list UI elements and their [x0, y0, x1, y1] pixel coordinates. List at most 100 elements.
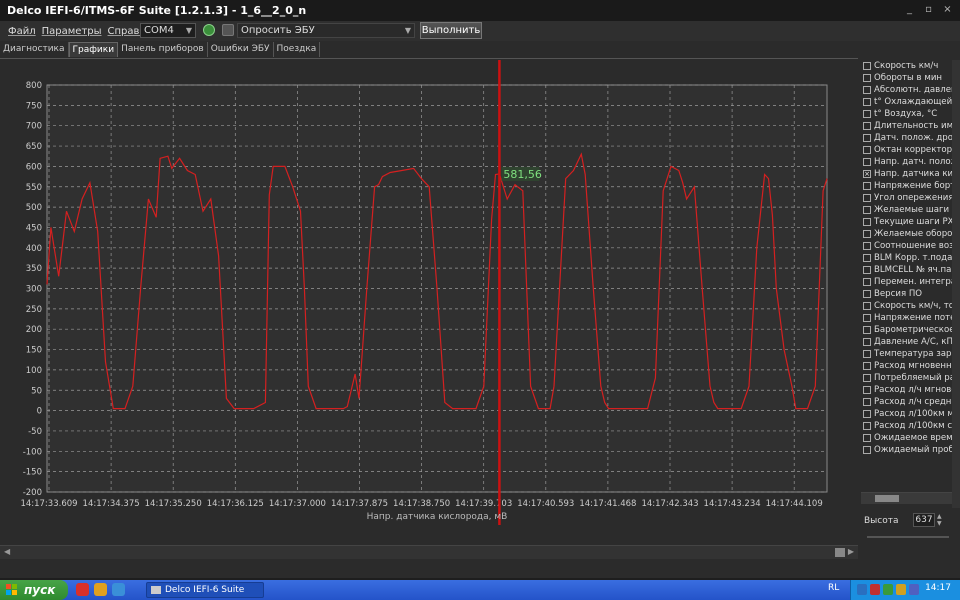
action-select[interactable]: Опросить ЭБУ ▼	[237, 23, 415, 38]
tab-diagnostics[interactable]: Диагностика	[0, 42, 69, 57]
parameter-checkbox[interactable]	[863, 290, 871, 298]
tray-icon[interactable]	[857, 584, 867, 595]
parameter-checkbox[interactable]	[863, 434, 871, 442]
parameter-item[interactable]: Перемен. интеграто	[861, 276, 953, 288]
parameter-checkbox[interactable]	[863, 122, 871, 130]
parameter-item[interactable]: Барометрическое д	[861, 324, 953, 336]
clock[interactable]: 14:17	[925, 583, 951, 593]
parameter-checkbox[interactable]	[863, 242, 871, 250]
parameter-checkbox[interactable]	[863, 86, 871, 94]
parameter-item[interactable]: Обороты в мин	[861, 72, 953, 84]
parameter-checkbox[interactable]	[863, 134, 871, 142]
height-slider[interactable]	[867, 536, 949, 538]
parameter-checkbox[interactable]	[863, 350, 871, 358]
menu-parameters[interactable]: Параметры	[39, 26, 105, 37]
minimize-icon[interactable]: _	[903, 3, 916, 16]
chart-horizontal-scrollbar[interactable]: ◀ ▶	[0, 545, 858, 559]
parameter-item[interactable]: Угол опережения за	[861, 192, 953, 204]
parameter-item[interactable]: Напряжение бортсе	[861, 180, 953, 192]
parameter-item[interactable]: Напряжение потенц	[861, 312, 953, 324]
parameter-item[interactable]: Давление А/С, кПа	[861, 336, 953, 348]
parameter-item[interactable]: Абсолютн. давлен. в	[861, 84, 953, 96]
parameter-item[interactable]: Расход л/100км сре	[861, 420, 953, 432]
parameter-checkbox[interactable]	[863, 314, 871, 322]
parameter-checkbox[interactable]	[863, 338, 871, 346]
parameter-item[interactable]: ×Напр. датчика кисло	[861, 168, 953, 180]
parameter-checkbox[interactable]	[863, 278, 871, 286]
port-select[interactable]: COM4 ▼	[140, 23, 196, 38]
parameter-item[interactable]: Расход л/ч средний	[861, 396, 953, 408]
parameter-checkbox[interactable]	[863, 98, 871, 106]
parameter-checkbox[interactable]	[863, 74, 871, 82]
internet-explorer-icon[interactable]	[112, 583, 125, 596]
height-spinner[interactable]: ▲ ▼	[937, 513, 945, 527]
parameter-item[interactable]: Скорость км/ч, точн	[861, 300, 953, 312]
taskbar-app-button[interactable]: Delco IEFI-6 Suite	[146, 582, 264, 598]
parameter-checkbox[interactable]	[863, 374, 871, 382]
parameter-checkbox[interactable]	[863, 62, 871, 70]
scroll-thumb[interactable]	[835, 548, 845, 557]
tray-icon[interactable]	[896, 584, 906, 595]
parameter-checkbox[interactable]	[863, 194, 871, 202]
chart[interactable]: 8007507006506005505004504003503002502001…	[0, 60, 858, 530]
parameter-item[interactable]: t° Воздуха, °C	[861, 108, 953, 120]
parameter-checkbox[interactable]	[863, 410, 871, 418]
parameter-item[interactable]: Скорость км/ч	[861, 60, 953, 72]
start-button[interactable]: пуск	[0, 580, 68, 600]
parameter-checkbox[interactable]	[863, 254, 871, 262]
menu-file[interactable]: Файл	[0, 26, 39, 37]
tab-dashboard[interactable]: Панель приборов	[118, 42, 208, 57]
parameter-item[interactable]: Соотношение возду	[861, 240, 953, 252]
parameter-checkbox[interactable]	[863, 218, 871, 226]
parameter-item[interactable]: t° Охлаждающей жид	[861, 96, 953, 108]
parameter-checkbox[interactable]: ×	[863, 170, 871, 178]
parameter-checkbox[interactable]	[863, 110, 871, 118]
parameter-item[interactable]: Желаемые шаги РХХ	[861, 204, 953, 216]
opera-icon[interactable]	[76, 583, 89, 596]
parameter-item[interactable]: Версия ПО	[861, 288, 953, 300]
parameter-item[interactable]: Напр. датч. полож. д	[861, 156, 953, 168]
tray-icon[interactable]	[909, 584, 919, 595]
scroll-right-icon[interactable]: ▶	[848, 547, 854, 556]
parameter-item[interactable]: Ожидаемый пробег	[861, 444, 953, 456]
horizontal-scrollbar[interactable]	[861, 492, 952, 504]
parameter-item[interactable]: Длительность импу	[861, 120, 953, 132]
parameter-item[interactable]: Расход л/ч мгновен	[861, 384, 953, 396]
parameter-checkbox[interactable]	[863, 422, 871, 430]
parameter-item[interactable]: Октан корректор (мо	[861, 144, 953, 156]
run-button[interactable]: Выполнить	[420, 22, 482, 39]
parameter-checkbox[interactable]	[863, 146, 871, 154]
tray-icon[interactable]	[883, 584, 893, 595]
tray-icon[interactable]	[870, 584, 880, 595]
parameter-item[interactable]: Расход мгновенный	[861, 360, 953, 372]
parameter-item[interactable]: Датч. полож. дроссе	[861, 132, 953, 144]
maximize-icon[interactable]: ▫	[922, 3, 935, 16]
tab-charts[interactable]: Графики	[68, 42, 119, 57]
parameter-checkbox[interactable]	[863, 182, 871, 190]
parameter-checkbox[interactable]	[863, 230, 871, 238]
tab-ecu-errors[interactable]: Ошибки ЭБУ	[208, 42, 274, 57]
parameter-checkbox[interactable]	[863, 266, 871, 274]
vertical-scrollbar[interactable]	[952, 60, 960, 508]
parameter-item[interactable]: Потребляемый расх	[861, 372, 953, 384]
parameter-checkbox[interactable]	[863, 398, 871, 406]
scroll-left-icon[interactable]: ◀	[4, 547, 10, 556]
parameter-item[interactable]: Желаемые оборот	[861, 228, 953, 240]
parameter-checkbox[interactable]	[863, 302, 871, 310]
parameter-checkbox[interactable]	[863, 206, 871, 214]
parameter-item[interactable]: BLM Корр. т.подачи	[861, 252, 953, 264]
height-input[interactable]: 637	[913, 513, 935, 527]
close-icon[interactable]: ×	[941, 3, 954, 16]
app-icon[interactable]	[94, 583, 107, 596]
parameter-checkbox[interactable]	[863, 362, 871, 370]
tab-trip[interactable]: Поездка	[274, 42, 321, 57]
parameter-checkbox[interactable]	[863, 326, 871, 334]
scroll-thumb[interactable]	[875, 495, 899, 502]
parameter-item[interactable]: Текущие шаги РХХ	[861, 216, 953, 228]
parameter-checkbox[interactable]	[863, 386, 871, 394]
parameter-checkbox[interactable]	[863, 446, 871, 454]
parameter-item[interactable]: Ожидаемое время р	[861, 432, 953, 444]
parameter-item[interactable]: Температура заряд	[861, 348, 953, 360]
parameter-checkbox[interactable]	[863, 158, 871, 166]
language-indicator[interactable]: RL	[828, 583, 839, 593]
